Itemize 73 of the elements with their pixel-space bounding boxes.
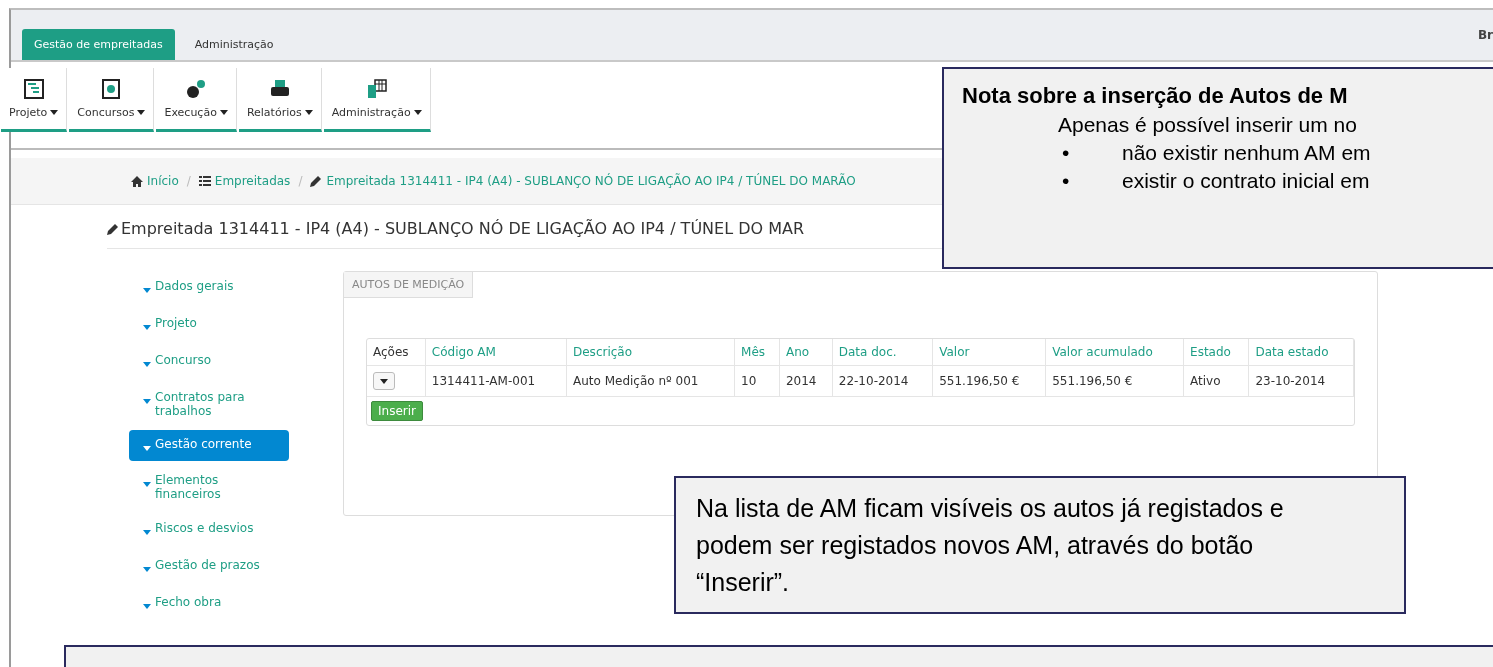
note-text: Na lista de AM ficam visíveis os autos já registados e podem ser registados novos AM, através do botão “Inserir”.: [696, 493, 1285, 598]
document-gear-icon: [100, 78, 123, 100]
sidebar-item[interactable]: Projeto: [129, 308, 289, 341]
sidebar-item[interactable]: Riscos e desvios: [129, 513, 289, 546]
column-header[interactable]: Descrição: [566, 339, 735, 366]
caret-icon: [143, 446, 151, 451]
column-header: Ações: [367, 339, 426, 366]
table-cell: 551.196,50 €: [932, 365, 1046, 397]
pencil-icon: [107, 222, 119, 235]
table-icon: [365, 78, 388, 100]
sidebar-item[interactable]: Concurso: [129, 345, 289, 378]
breadcrumb-separator: /: [298, 174, 303, 188]
gears-icon: [185, 78, 208, 100]
table-cell: Ativo: [1183, 365, 1249, 397]
toolbar-menu-button[interactable]: Relatórios: [238, 68, 322, 132]
caret-icon: [143, 362, 151, 367]
note-title: Nota sobre a inserção de Autos de M: [962, 83, 1349, 109]
table-cell: 2014: [779, 365, 833, 397]
sidebar-item[interactable]: Dados gerais: [129, 271, 289, 304]
breadcrumb-separator: /: [186, 174, 191, 188]
toolbar-menu-button[interactable]: Concursos: [69, 68, 155, 132]
breadcrumb-link[interactable]: Empreitadas: [198, 174, 291, 188]
caret-icon: [143, 399, 151, 404]
breadcrumb-link[interactable]: Empreitada 1314411 - IP4 (A4) - SUBLANÇO NÓ DE LIGAÇÃO AO IP4 / TÚNEL DO MARÃO: [310, 174, 856, 188]
column-header[interactable]: Código AM: [425, 339, 567, 366]
note-bullet-item: • não existir nenhum AM em: [1062, 141, 1372, 165]
column-header[interactable]: Data estado: [1248, 339, 1354, 366]
toolbar-menu-button[interactable]: Administração: [323, 68, 431, 132]
column-header[interactable]: Data doc.: [832, 339, 933, 366]
sidebar-item[interactable]: Gestão de prazos: [129, 550, 289, 583]
table-cell: 551.196,50 €: [1045, 365, 1184, 397]
table-cell: Auto Medição nº 001: [566, 365, 735, 397]
insert-button[interactable]: Inserir: [371, 401, 423, 421]
column-header[interactable]: Valor acumulado: [1045, 339, 1184, 366]
caret-icon: [143, 567, 151, 572]
pencil-icon: [310, 175, 323, 187]
sidebar-item[interactable]: Elementos financeiros: [129, 465, 289, 509]
column-header[interactable]: Ano: [779, 339, 833, 366]
caret-icon: [413, 110, 422, 115]
table-cell: 22-10-2014: [832, 365, 933, 397]
caret-icon: [50, 110, 59, 115]
sidebar-item[interactable]: Contratos para trabalhos: [129, 382, 289, 426]
actions-dropdown[interactable]: [373, 372, 395, 390]
sidebar-item[interactable]: Gestão corrente: [129, 430, 289, 461]
panel-tab[interactable]: AUTOS DE MEDIÇÃO: [344, 272, 474, 298]
page-title: Empreitada 1314411 - IP4 (A4) - SUBLANÇO NÓ DE LIGAÇÃO AO IP4 / TÚNEL DO MAR: [121, 219, 805, 238]
nav-tab[interactable]: Administração: [182, 29, 286, 62]
note-text: Apenas é possível inserir um no: [1058, 113, 1358, 137]
note-bullet-item: • existir o contrato inicial em: [1062, 169, 1371, 193]
caret-icon: [304, 110, 313, 115]
chart-icon: [22, 78, 45, 100]
caret-icon: [137, 110, 146, 115]
caret-icon: [380, 378, 388, 384]
home-icon: [131, 175, 143, 187]
column-header[interactable]: Mês: [734, 339, 780, 366]
sidebar-item[interactable]: Fecho obra: [129, 587, 289, 620]
caret-icon: [143, 482, 151, 487]
column-header[interactable]: Valor: [932, 339, 1046, 366]
list-icon: [198, 176, 211, 186]
toolbar-menu-button[interactable]: Projeto: [1, 68, 68, 132]
column-header[interactable]: Estado: [1183, 339, 1249, 366]
toolbar-menu-button[interactable]: Execução: [156, 68, 237, 132]
caret-icon: [143, 530, 151, 535]
caret-icon: [143, 604, 151, 609]
breadcrumb-link[interactable]: Início: [131, 174, 179, 188]
caret-icon: [143, 288, 151, 293]
caret-icon: [143, 325, 151, 330]
table-cell: 1314411-AM-001: [425, 365, 567, 397]
nav-tab[interactable]: Gestão de empreitadas: [22, 29, 175, 60]
table-cell: 23-10-2014: [1248, 365, 1354, 397]
caret-icon: [219, 110, 228, 115]
user-name: Br: [1477, 28, 1493, 42]
table-cell: 10: [734, 365, 780, 397]
